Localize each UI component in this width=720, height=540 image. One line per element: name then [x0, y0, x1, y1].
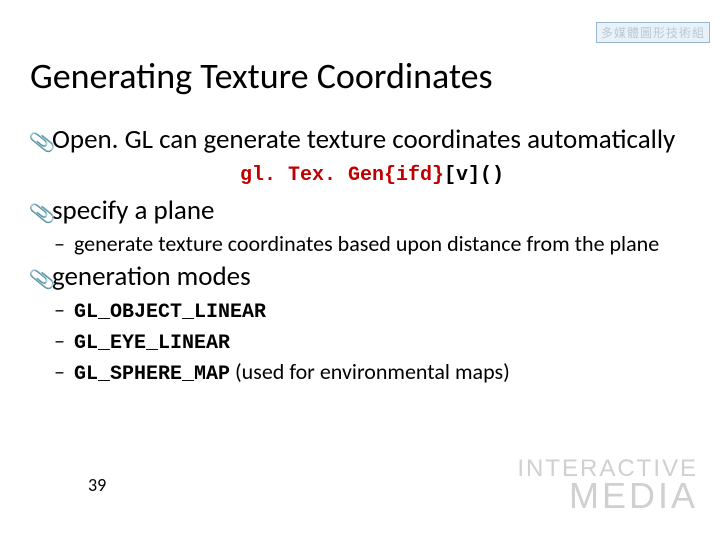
sub-item: GL_SPHERE_MAP (used for environmental ma…: [74, 358, 692, 387]
bullet-item: 📎 Open. GL can generate texture coordina…: [52, 124, 692, 156]
logo-interactive-media: INTERACTIVE MEDIA: [517, 458, 698, 512]
bullet-text: specify a plane: [52, 195, 692, 227]
slide-title: Generating Texture Coordinates: [30, 54, 692, 98]
sub-item: GL_OBJECT_LINEAR: [74, 296, 692, 325]
mode-constant: GL_SPHERE_MAP: [74, 363, 230, 386]
bullet-item: 📎 specify a plane generate texture coord…: [52, 195, 692, 257]
bullet-text: generation modes: [52, 261, 692, 293]
bullet-list: 📎 Open. GL can generate texture coordina…: [28, 124, 692, 387]
sub-item: GL_EYE_LINEAR: [74, 327, 692, 356]
course-badge: 多媒體圖形技術組: [596, 22, 710, 43]
function-args: [v](): [444, 164, 504, 187]
page-number: 39: [88, 474, 106, 496]
logo-line2: MEDIA: [517, 480, 698, 512]
code-line: gl. Tex. Gen{ifd}[v](): [52, 164, 692, 187]
mode-annotation: (used for environmental maps): [230, 358, 510, 385]
sub-item: generate texture coordinates based upon …: [74, 230, 692, 258]
bullet-item: 📎 generation modes GL_OBJECT_LINEAR GL_E…: [52, 261, 692, 386]
mode-constant: GL_OBJECT_LINEAR: [74, 301, 266, 324]
paperclip-icon: 📎: [28, 265, 57, 294]
paperclip-icon: 📎: [28, 128, 57, 157]
sub-list: GL_OBJECT_LINEAR GL_EYE_LINEAR GL_SPHERE…: [52, 296, 692, 387]
bullet-text: Open. GL can generate texture coordinate…: [52, 124, 692, 156]
paperclip-icon: 📎: [28, 199, 57, 228]
sub-list: generate texture coordinates based upon …: [52, 230, 692, 258]
function-name: gl. Tex. Gen{ifd}: [240, 164, 444, 187]
function-signature: gl. Tex. Gen{ifd}[v](): [52, 164, 692, 187]
slide: 多媒體圖形技術組 Generating Texture Coordinates …: [0, 0, 720, 540]
mode-constant: GL_EYE_LINEAR: [74, 332, 230, 355]
